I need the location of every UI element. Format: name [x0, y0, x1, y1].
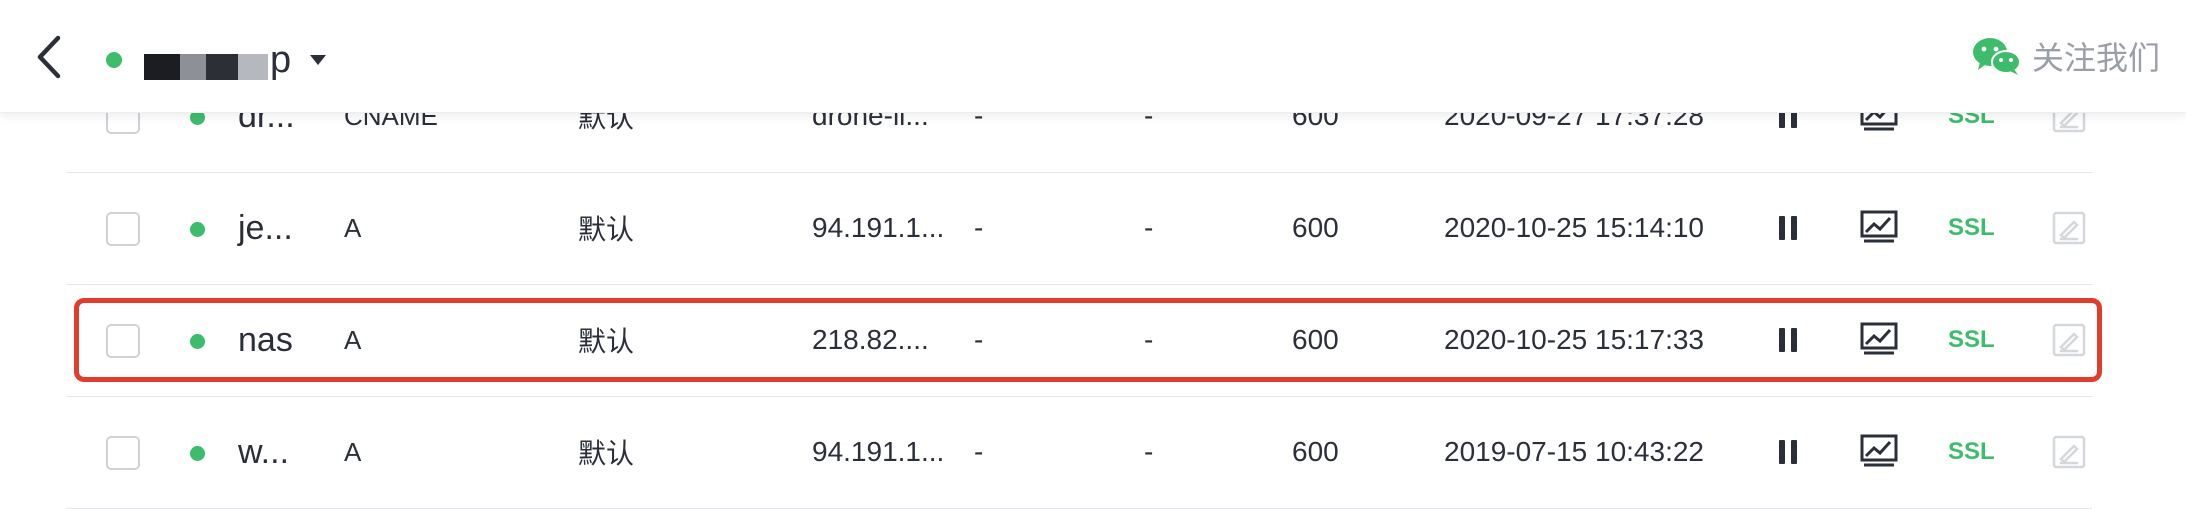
value-cell: 94.191.1... — [812, 436, 945, 467]
host-cell: je... — [238, 208, 293, 247]
follow-us-button[interactable]: 关注我们 — [1972, 30, 2160, 82]
domain-status-dot — [106, 52, 122, 68]
row-checbox[interactable] — [106, 212, 140, 246]
monitor-icon[interactable] — [1860, 434, 1898, 468]
updated-time-cell: 2020-10-25 15:17:33 — [1444, 324, 1704, 355]
type-cell: A — [344, 324, 362, 355]
mx-cell: - — [974, 212, 984, 243]
ssl-button[interactable]: SSL — [1948, 284, 1995, 396]
redaction-block — [144, 54, 184, 80]
table-row: nas A 默认 218.82.... - - 600 2020-10-25 1… — [66, 284, 2092, 397]
weight-cell: - — [1144, 324, 1154, 355]
ttl-cell: 600 — [1292, 436, 1339, 467]
wechat-icon — [1972, 38, 2021, 75]
edit-note-icon[interactable] — [2052, 211, 2086, 245]
ttl-cell: 600 — [1292, 212, 1339, 243]
table-row: je... A 默认 94.191.1... - - 600 2020-10-2… — [66, 172, 2092, 285]
redaction-block — [206, 54, 240, 80]
updated-time-cell: 2019-07-15 10:43:22 — [1444, 436, 1704, 467]
row-checkbox[interactable] — [106, 324, 140, 358]
host-cell: w... — [238, 432, 290, 471]
row-checkbox[interactable] — [106, 436, 140, 470]
top-bar: p 关注我们 — [0, 0, 2186, 113]
domain-selector[interactable]: p — [140, 30, 326, 90]
updated-time-cell: 2020-10-25 15:14:10 — [1444, 212, 1704, 243]
redacted-domain — [140, 30, 270, 90]
ttl-cell: 600 — [1292, 324, 1339, 355]
weight-cell: - — [1144, 436, 1154, 467]
follow-us-label: 关注我们 — [2031, 40, 2160, 76]
host-cell: nas — [238, 320, 293, 359]
pause-icon[interactable] — [1778, 328, 1798, 352]
ssl-button[interactable]: SSL — [1948, 172, 1995, 284]
caret-down-icon — [309, 55, 326, 65]
status-dot — [190, 334, 205, 349]
chevron-left-icon[interactable] — [30, 34, 70, 80]
ssl-button[interactable]: SSL — [1948, 396, 1995, 508]
pause-icon[interactable] — [1778, 440, 1798, 464]
edit-note-icon[interactable] — [2052, 435, 2086, 469]
value-cell: 218.82.... — [812, 324, 929, 355]
type-cell: A — [344, 212, 362, 243]
status-dot — [190, 222, 205, 237]
domain-name: p — [270, 38, 292, 81]
redaction-block — [238, 54, 268, 80]
mx-cell: - — [974, 324, 984, 355]
weight-cell: - — [1144, 212, 1154, 243]
status-dot — [190, 446, 205, 461]
table-row: w... A 默认 94.191.1... - - 600 2019-07-15… — [66, 396, 2092, 509]
line-cell: 默认 — [578, 214, 635, 245]
line-cell: 默认 — [578, 438, 635, 469]
monitor-icon[interactable] — [1860, 322, 1898, 356]
mx-cell: - — [974, 436, 984, 467]
pause-icon[interactable] — [1778, 216, 1798, 240]
value-cell: 94.191.1... — [812, 212, 945, 243]
line-cell: 默认 — [578, 326, 635, 357]
edit-note-icon[interactable] — [2052, 323, 2086, 357]
type-cell: A — [344, 436, 362, 467]
monitor-icon[interactable] — [1860, 210, 1898, 244]
